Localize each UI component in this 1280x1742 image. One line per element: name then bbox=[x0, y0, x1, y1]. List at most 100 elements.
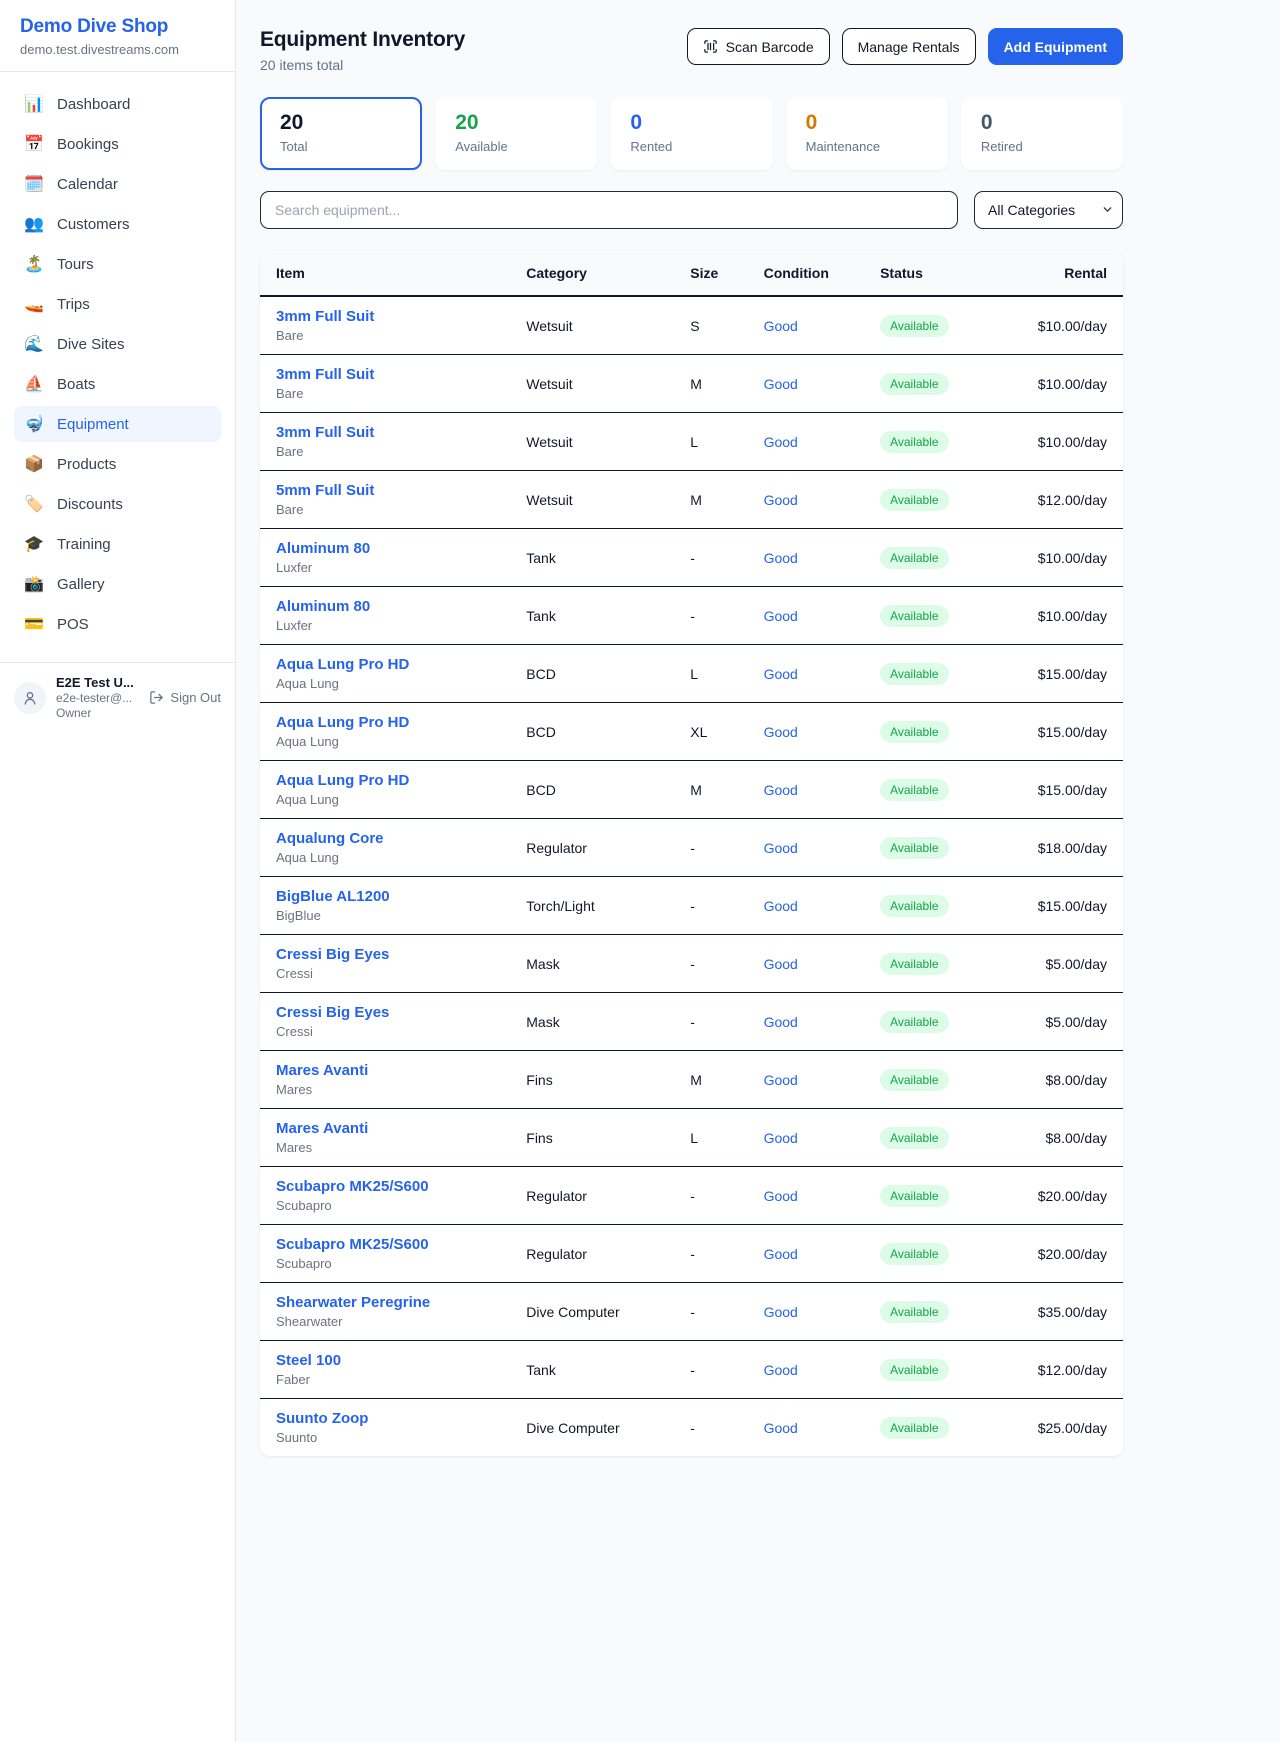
brand-header: Demo Dive Shop demo.test.divestreams.com bbox=[0, 0, 235, 72]
condition-link[interactable]: Good bbox=[764, 1014, 798, 1030]
item-rental-rate: $20.00/day bbox=[1002, 1167, 1123, 1225]
item-rental-rate: $10.00/day bbox=[1002, 413, 1123, 471]
item-size: L bbox=[674, 1109, 747, 1167]
item-name-link[interactable]: Cressi Big Eyes bbox=[276, 1004, 494, 1021]
item-category: Regulator bbox=[510, 1167, 674, 1225]
table-row: Suunto Zoop Suunto Dive Computer - Good … bbox=[260, 1399, 1123, 1457]
stat-card-maintenance[interactable]: 0 Maintenance bbox=[786, 97, 948, 170]
condition-link[interactable]: Good bbox=[764, 1246, 798, 1262]
item-category: Wetsuit bbox=[510, 471, 674, 529]
item-category: Torch/Light bbox=[510, 877, 674, 935]
user-email: e2e-tester@... bbox=[56, 691, 139, 705]
sidebar-item-customers[interactable]: 👥 Customers bbox=[14, 206, 221, 242]
sidebar-item-tours[interactable]: 🏝️ Tours bbox=[14, 246, 221, 282]
condition-link[interactable]: Good bbox=[764, 840, 798, 856]
item-category: Regulator bbox=[510, 1225, 674, 1283]
sidebar-item-pos[interactable]: 💳 POS bbox=[14, 606, 221, 642]
item-name-link[interactable]: 5mm Full Suit bbox=[276, 482, 494, 499]
item-name-link[interactable]: Aqua Lung Pro HD bbox=[276, 656, 494, 673]
condition-link[interactable]: Good bbox=[764, 898, 798, 914]
avatar bbox=[14, 682, 46, 714]
sidebar-item-equipment[interactable]: 🤿 Equipment bbox=[14, 406, 221, 442]
add-equipment-button[interactable]: Add Equipment bbox=[988, 28, 1123, 65]
item-name-link[interactable]: Scubapro MK25/S600 bbox=[276, 1236, 494, 1253]
item-name-link[interactable]: Mares Avanti bbox=[276, 1062, 494, 1079]
item-name-link[interactable]: Scubapro MK25/S600 bbox=[276, 1178, 494, 1195]
item-name-link[interactable]: 3mm Full Suit bbox=[276, 424, 494, 441]
condition-link[interactable]: Good bbox=[764, 724, 798, 740]
condition-link[interactable]: Good bbox=[764, 550, 798, 566]
stat-card-total[interactable]: 20 Total bbox=[260, 97, 422, 170]
table-row: Aqua Lung Pro HD Aqua Lung BCD L Good Av… bbox=[260, 645, 1123, 703]
manage-rentals-button[interactable]: Manage Rentals bbox=[842, 28, 976, 65]
sidebar-item-dashboard[interactable]: 📊 Dashboard bbox=[14, 86, 221, 122]
condition-link[interactable]: Good bbox=[764, 1072, 798, 1088]
item-size: - bbox=[674, 993, 747, 1051]
table-row: Cressi Big Eyes Cressi Mask - Good Avail… bbox=[260, 993, 1123, 1051]
item-name-link[interactable]: Shearwater Peregrine bbox=[276, 1294, 494, 1311]
condition-link[interactable]: Good bbox=[764, 782, 798, 798]
item-name-link[interactable]: BigBlue AL1200 bbox=[276, 888, 494, 905]
condition-link[interactable]: Good bbox=[764, 1188, 798, 1204]
sidebar-item-label: Dive Sites bbox=[57, 336, 125, 353]
category-select[interactable]: All Categories bbox=[974, 191, 1123, 229]
condition-link[interactable]: Good bbox=[764, 608, 798, 624]
item-size: L bbox=[674, 413, 747, 471]
brand-name[interactable]: Demo Dive Shop bbox=[20, 16, 215, 38]
sidebar-item-bookings[interactable]: 📅 Bookings bbox=[14, 126, 221, 162]
stat-label: Available bbox=[455, 139, 577, 154]
stat-value: 0 bbox=[981, 111, 1103, 135]
sidebar-item-discounts[interactable]: 🏷️ Discounts bbox=[14, 486, 221, 522]
sidebar-item-calendar[interactable]: 🗓️ Calendar bbox=[14, 166, 221, 202]
condition-link[interactable]: Good bbox=[764, 1362, 798, 1378]
sign-out-button[interactable]: Sign Out bbox=[149, 690, 221, 705]
condition-link[interactable]: Good bbox=[764, 666, 798, 682]
item-category: Tank bbox=[510, 529, 674, 587]
item-name-link[interactable]: 3mm Full Suit bbox=[276, 308, 494, 325]
sidebar-item-boats[interactable]: ⛵ Boats bbox=[14, 366, 221, 402]
sidebar-item-dive-sites[interactable]: 🌊 Dive Sites bbox=[14, 326, 221, 362]
condition-link[interactable]: Good bbox=[764, 434, 798, 450]
table-row: Mares Avanti Mares Fins L Good Available… bbox=[260, 1109, 1123, 1167]
training-icon: 🎓 bbox=[24, 534, 44, 554]
boats-icon: ⛵ bbox=[24, 374, 44, 394]
search-input[interactable] bbox=[260, 191, 958, 229]
condition-link[interactable]: Good bbox=[764, 1420, 798, 1436]
scan-barcode-button[interactable]: Scan Barcode bbox=[687, 28, 830, 65]
item-size: - bbox=[674, 587, 747, 645]
item-brand: Mares bbox=[276, 1082, 494, 1097]
stat-card-retired[interactable]: 0 Retired bbox=[961, 97, 1123, 170]
stat-card-rented[interactable]: 0 Rented bbox=[610, 97, 772, 170]
item-name-link[interactable]: Mares Avanti bbox=[276, 1120, 494, 1137]
sidebar-item-training[interactable]: 🎓 Training bbox=[14, 526, 221, 562]
stat-label: Rented bbox=[630, 139, 752, 154]
sidebar-item-gallery[interactable]: 📸 Gallery bbox=[14, 566, 221, 602]
item-name-link[interactable]: Cressi Big Eyes bbox=[276, 946, 494, 963]
item-name-link[interactable]: Aqua Lung Pro HD bbox=[276, 714, 494, 731]
item-category: Wetsuit bbox=[510, 296, 674, 355]
item-name-link[interactable]: Aqualung Core bbox=[276, 830, 494, 847]
item-name-link[interactable]: Aluminum 80 bbox=[276, 540, 494, 557]
item-name-link[interactable]: 3mm Full Suit bbox=[276, 366, 494, 383]
table-row: 5mm Full Suit Bare Wetsuit M Good Availa… bbox=[260, 471, 1123, 529]
sidebar-item-products[interactable]: 📦 Products bbox=[14, 446, 221, 482]
scan-barcode-icon bbox=[703, 39, 718, 54]
stat-card-available[interactable]: 20 Available bbox=[435, 97, 597, 170]
condition-link[interactable]: Good bbox=[764, 1304, 798, 1320]
item-name-link[interactable]: Steel 100 bbox=[276, 1352, 494, 1369]
item-size: - bbox=[674, 1399, 747, 1457]
manage-rentals-label: Manage Rentals bbox=[858, 39, 960, 55]
condition-link[interactable]: Good bbox=[764, 376, 798, 392]
condition-link[interactable]: Good bbox=[764, 1130, 798, 1146]
item-name-link[interactable]: Aluminum 80 bbox=[276, 598, 494, 615]
status-badge: Available bbox=[880, 431, 948, 453]
item-name-link[interactable]: Suunto Zoop bbox=[276, 1410, 494, 1427]
condition-link[interactable]: Good bbox=[764, 492, 798, 508]
item-name-link[interactable]: Aqua Lung Pro HD bbox=[276, 772, 494, 789]
sidebar-item-trips[interactable]: 🚤 Trips bbox=[14, 286, 221, 322]
condition-link[interactable]: Good bbox=[764, 318, 798, 334]
log-out-icon bbox=[149, 690, 164, 705]
status-badge: Available bbox=[880, 1069, 948, 1091]
condition-link[interactable]: Good bbox=[764, 956, 798, 972]
tours-icon: 🏝️ bbox=[24, 254, 44, 274]
